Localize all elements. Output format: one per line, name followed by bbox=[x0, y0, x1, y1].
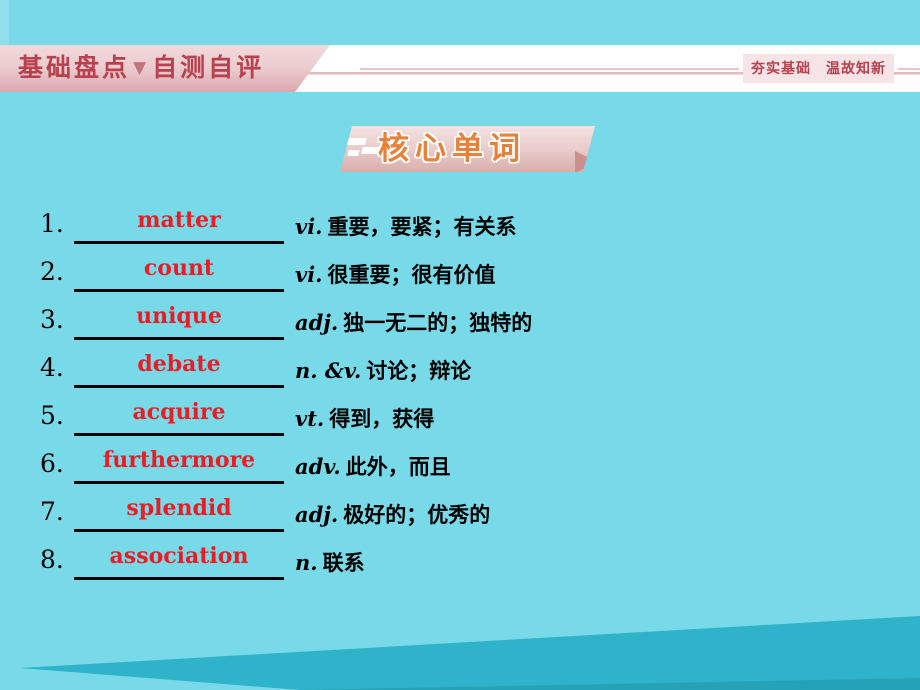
caret-down-icon: ▼ bbox=[133, 58, 150, 78]
answer-blank[interactable]: matter bbox=[74, 200, 284, 244]
word-row: 3. unique adj. 独一无二的；独特的 bbox=[40, 292, 890, 340]
word-row: 1. matter vi. 重要，要紧；有关系 bbox=[40, 196, 890, 244]
answer-word: acquire bbox=[132, 399, 226, 425]
definition: n. &v. 讨论；辩论 bbox=[284, 360, 890, 388]
row-number: 1. bbox=[40, 209, 64, 238]
definition: adj. 独一无二的；独特的 bbox=[284, 312, 890, 340]
section-title-text: 核心单词 bbox=[378, 131, 526, 167]
definition-text: 极好的；优秀的 bbox=[343, 503, 491, 527]
answer-blank[interactable]: debate bbox=[74, 344, 284, 388]
answer-word: matter bbox=[137, 207, 221, 233]
word-row: 4. debate n. &v. 讨论；辩论 bbox=[40, 340, 890, 388]
word-row: 6. furthermore adv. 此外，而且 bbox=[40, 436, 890, 484]
definition: vi. 很重要；很有价值 bbox=[284, 264, 890, 292]
part-of-speech: adj. bbox=[295, 310, 339, 335]
header-rule-right bbox=[898, 67, 920, 70]
definition-text: 重要，要紧；有关系 bbox=[327, 215, 517, 239]
definition-text: 此外，而且 bbox=[345, 455, 451, 479]
answer-blank[interactable]: association bbox=[74, 536, 284, 580]
definition: vt. 得到，获得 bbox=[284, 408, 890, 436]
definition: adv. 此外，而且 bbox=[284, 456, 890, 484]
row-number: 3. bbox=[40, 305, 64, 334]
row-number: 8. bbox=[40, 545, 64, 574]
header-title-right: 自测自评 bbox=[152, 53, 265, 82]
word-row: 5. acquire vt. 得到，获得 bbox=[40, 388, 890, 436]
answer-blank[interactable]: unique bbox=[74, 296, 284, 340]
row-number: 2. bbox=[40, 257, 64, 286]
part-of-speech: vi. bbox=[295, 214, 323, 239]
row-number: 7. bbox=[40, 497, 64, 526]
answer-blank[interactable]: acquire bbox=[74, 392, 284, 436]
section-title-banner: 核心单词 bbox=[340, 124, 600, 176]
word-list: 1. matter vi. 重要，要紧；有关系 2. count vi. 很重要；很有价值 3.… bbox=[40, 196, 890, 580]
word-row: 7. splendid adj. 极好的；优秀的 bbox=[40, 484, 890, 532]
row-number: 4. bbox=[40, 353, 64, 382]
row-number: 5. bbox=[40, 401, 64, 430]
header-title: 基础盘点 ▼ 自测自评 bbox=[18, 46, 264, 90]
part-of-speech: vt. bbox=[295, 406, 325, 431]
part-of-speech: n. bbox=[295, 550, 318, 575]
answer-blank[interactable]: splendid bbox=[74, 488, 284, 532]
slide-canvas: 夯实基础 温故知新 基础盘点 ▼ 自测自评 核心单词 1. matter vi. 重要，要… bbox=[0, 0, 920, 690]
header-rule-left bbox=[360, 67, 739, 70]
definition-text: 很重要；很有价值 bbox=[327, 263, 496, 287]
answer-blank[interactable]: furthermore bbox=[74, 440, 284, 484]
header-right-group: 夯实基础 温故知新 bbox=[360, 45, 920, 92]
part-of-speech: adv. bbox=[295, 454, 341, 479]
header-title-left: 基础盘点 bbox=[18, 53, 131, 82]
definition-text: 联系 bbox=[322, 551, 365, 575]
definition: vi. 重要，要紧；有关系 bbox=[284, 216, 890, 244]
answer-word: unique bbox=[136, 303, 222, 329]
definition-text: 讨论；辩论 bbox=[366, 359, 472, 383]
plate-accent-a-icon bbox=[345, 138, 367, 145]
plate-accent-c-icon bbox=[347, 150, 360, 156]
left-edge-strip bbox=[0, 0, 9, 45]
answer-word: splendid bbox=[126, 495, 232, 521]
word-row: 8. association n. 联系 bbox=[40, 532, 890, 580]
word-row: 2. count vi. 很重要；很有价值 bbox=[40, 244, 890, 292]
part-of-speech: n. &v. bbox=[295, 358, 362, 383]
definition: n. 联系 bbox=[284, 552, 890, 580]
answer-blank[interactable]: count bbox=[74, 248, 284, 292]
answer-word: debate bbox=[137, 351, 221, 377]
header-subtitle: 夯实基础 温故知新 bbox=[743, 54, 894, 83]
plate-tail-arrow-icon bbox=[575, 151, 595, 172]
part-of-speech: adj. bbox=[295, 502, 339, 527]
definition-text: 独一无二的；独特的 bbox=[343, 311, 533, 335]
row-number: 6. bbox=[40, 449, 64, 478]
answer-word: association bbox=[109, 543, 249, 569]
answer-word: furthermore bbox=[102, 447, 256, 473]
part-of-speech: vi. bbox=[295, 262, 323, 287]
definition-text: 得到，获得 bbox=[329, 407, 435, 431]
bottom-wedge-decoration bbox=[20, 616, 920, 690]
definition: adj. 极好的；优秀的 bbox=[284, 504, 890, 532]
answer-word: count bbox=[143, 255, 215, 281]
